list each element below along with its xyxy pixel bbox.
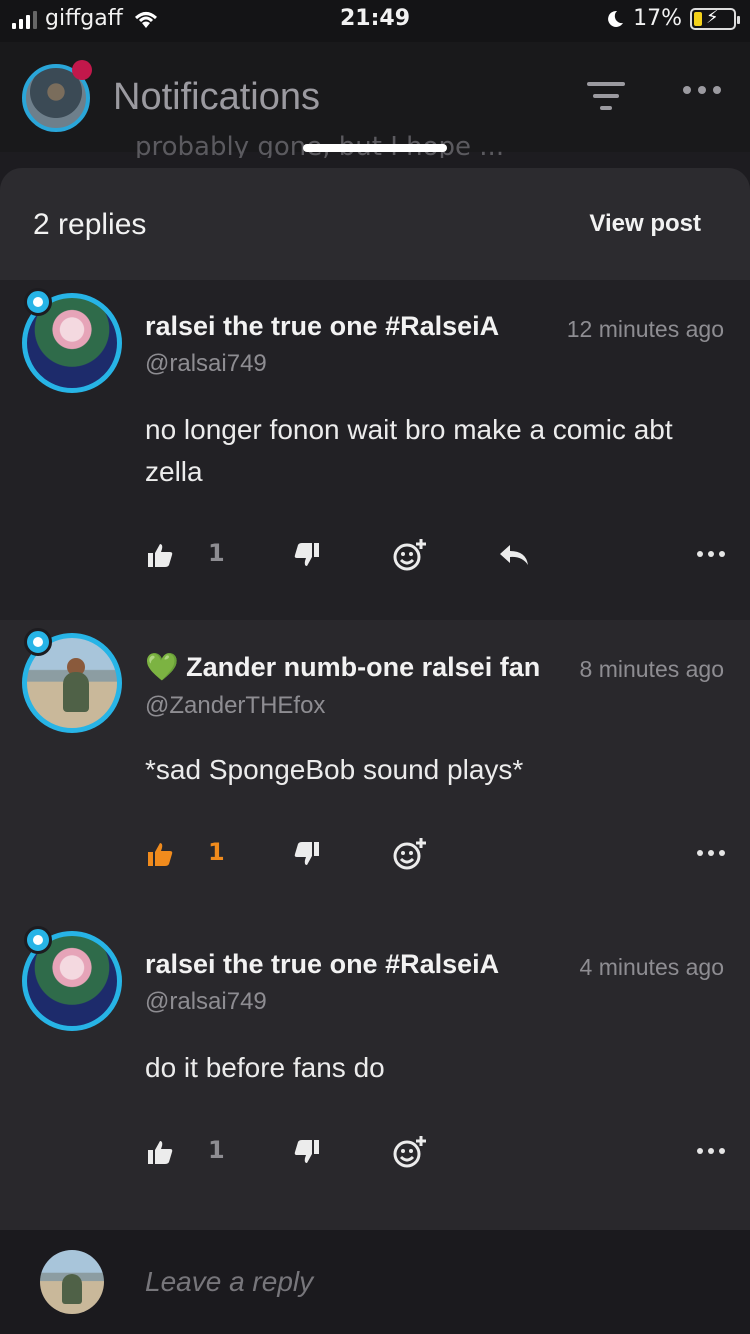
comment-more-icon[interactable]: [697, 1148, 725, 1154]
avatar-badge-icon: [24, 628, 52, 656]
comment-actions: 1: [0, 1132, 750, 1172]
avatar-badge-icon: [24, 288, 52, 316]
comment-timestamp: 4 minutes ago: [579, 954, 724, 980]
dislike-thumb-down-icon[interactable]: [293, 535, 321, 575]
more-options-icon[interactable]: [683, 86, 721, 94]
like-count: 1: [208, 838, 225, 866]
comment-item: ralsei the true one #RalseiA 12 minutes …: [0, 280, 750, 620]
do-not-disturb-moon-icon: [608, 10, 624, 27]
battery-percent: 17%: [633, 6, 682, 31]
green-heart-emoji: 💚: [145, 652, 179, 682]
add-reaction-icon[interactable]: [392, 535, 428, 575]
commenter-handle: @ralsai749: [145, 988, 267, 1015]
comment-item: 💚 Zander numb-one ralsei fan 8 minutes a…: [0, 620, 750, 920]
reply-input[interactable]: Leave a reply: [145, 1266, 313, 1298]
sheet-drag-handle[interactable]: [303, 144, 447, 152]
commenter-handle: @ZanderTHEfox: [145, 692, 326, 719]
comment-actions: 1: [0, 535, 750, 575]
like-thumb-up-icon[interactable]: [146, 834, 174, 874]
reply-composer: Leave a reply: [0, 1230, 750, 1334]
filter-icon[interactable]: [586, 82, 626, 112]
like-count: 1: [208, 539, 225, 567]
comment-text: no longer fonon wait bro make a comic ab…: [145, 414, 673, 487]
commenter-name[interactable]: ralsei the true one #RalseiA: [145, 949, 537, 985]
comment-more-icon[interactable]: [697, 551, 725, 557]
page-title: Notifications: [113, 76, 320, 118]
view-post-button[interactable]: View post: [589, 210, 701, 238]
status-right: 17% ⚡: [605, 6, 740, 31]
comment-text: do it before fans do: [145, 1052, 385, 1083]
notification-dot: [72, 60, 92, 80]
profile-avatar-button[interactable]: [22, 60, 92, 132]
commenter-name-text: ralsei the true one #RalseiA: [145, 949, 500, 979]
add-reaction-icon[interactable]: [392, 834, 428, 874]
reply-arrow-icon[interactable]: [498, 535, 530, 575]
add-reaction-icon[interactable]: [392, 1132, 428, 1172]
comment-timestamp: 8 minutes ago: [579, 656, 724, 682]
battery-charging-icon: ⚡: [690, 7, 740, 30]
like-thumb-up-icon[interactable]: [146, 1132, 174, 1172]
like-count: 1: [208, 1136, 225, 1164]
sheet-header: 2 replies View post: [0, 168, 750, 280]
commenter-name[interactable]: 💚 Zander numb-one ralsei fan: [145, 651, 540, 687]
avatar-badge-icon: [24, 926, 52, 954]
commenter-name-text: ralsei the true one #RalseiA: [145, 311, 500, 341]
comment-more-icon[interactable]: [697, 850, 725, 856]
commenter-handle: @ralsai749: [145, 350, 267, 377]
commenter-name[interactable]: ralsei the true one #RalseiA: [145, 311, 545, 347]
comment-timestamp: 12 minutes ago: [566, 316, 724, 342]
reply-count: 2 replies: [33, 208, 147, 241]
dislike-thumb-down-icon[interactable]: [293, 1132, 321, 1172]
comment-actions: 1: [0, 834, 750, 874]
dislike-thumb-down-icon[interactable]: [293, 834, 321, 874]
commenter-name-text: Zander numb-one ralsei fan: [186, 652, 540, 682]
replies-sheet: 2 replies View post ralsei the true one …: [0, 168, 750, 1334]
comment-text: *sad SpongeBob sound plays*: [145, 754, 524, 785]
status-bar: giffgaff 21:49 17% ⚡: [0, 0, 750, 42]
comment-item: ralsei the true one #RalseiA 4 minutes a…: [0, 920, 750, 1230]
my-avatar: [40, 1250, 104, 1314]
like-thumb-up-icon[interactable]: [146, 535, 174, 575]
